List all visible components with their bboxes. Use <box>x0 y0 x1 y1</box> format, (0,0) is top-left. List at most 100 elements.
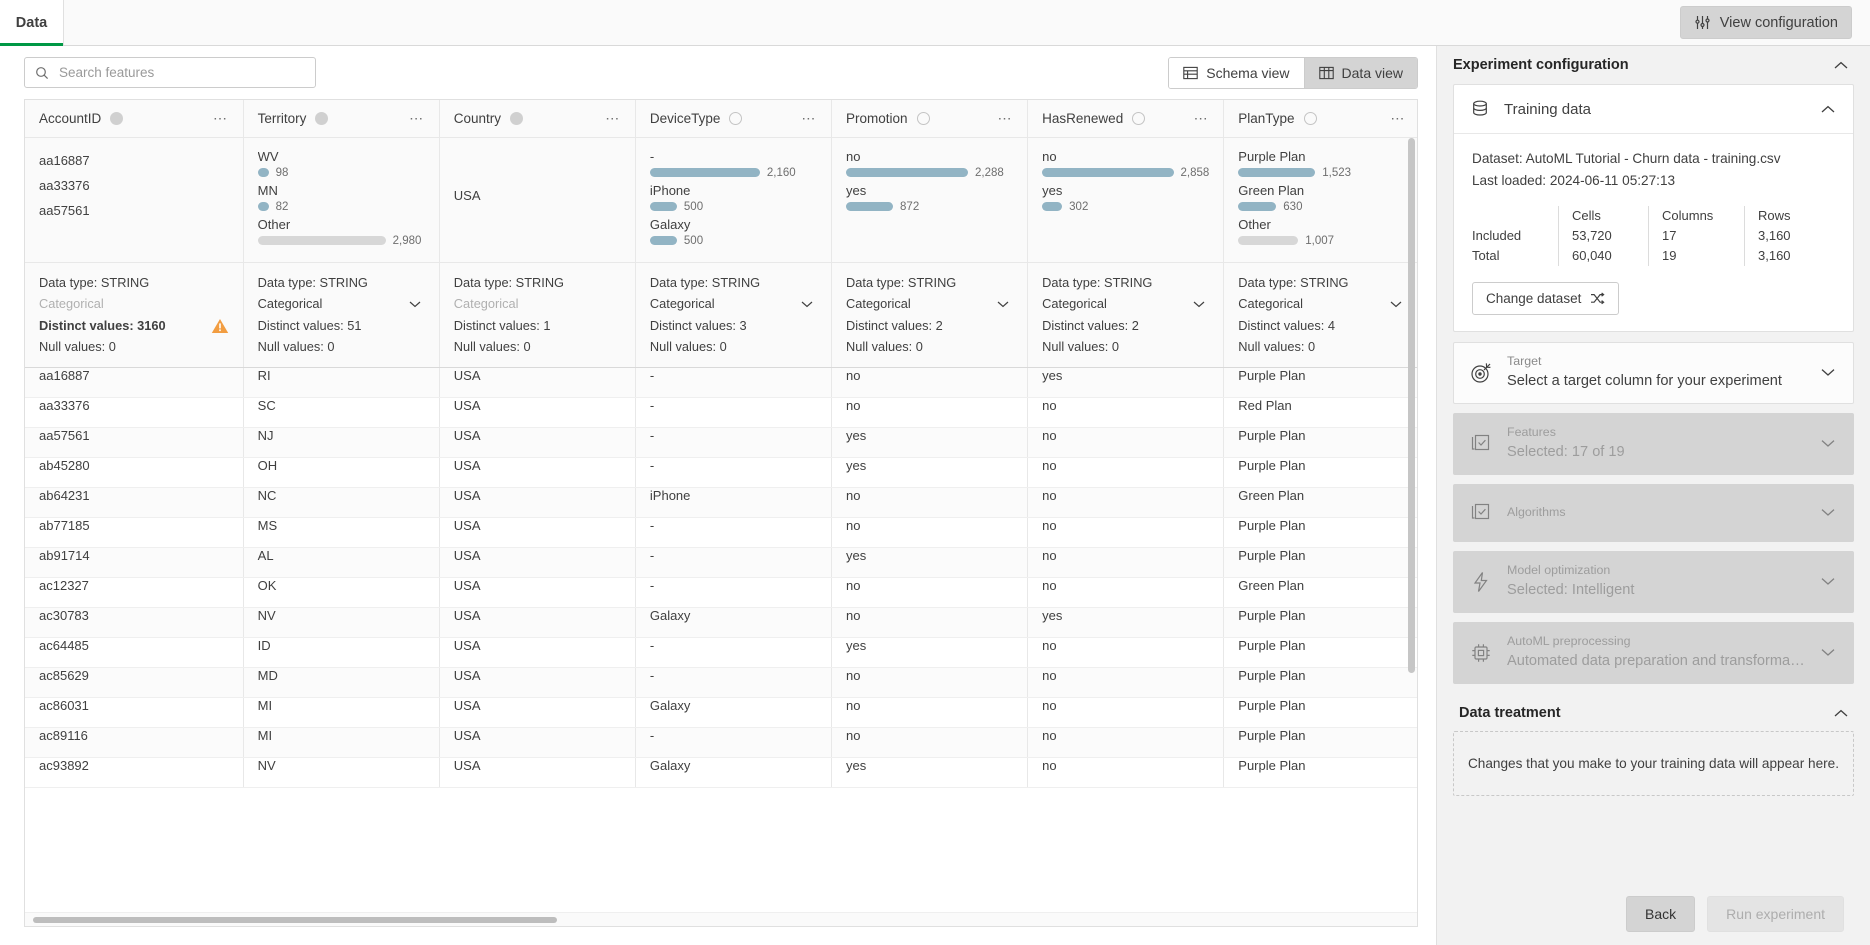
table-cell: - <box>635 427 833 458</box>
feature-type-select[interactable]: Categorical <box>1238 293 1406 315</box>
feature-type-select[interactable]: Categorical <box>846 293 1013 315</box>
table-cell: USA <box>439 547 636 578</box>
view-configuration-button[interactable]: View configuration <box>1679 6 1852 39</box>
table-row[interactable]: ac89116 MI USA - no no Purple Plan <box>25 727 1417 758</box>
table-row[interactable]: ac93892 NV USA Galaxy yes no Purple Plan <box>25 757 1417 788</box>
table-row[interactable]: ac85629 MD USA - no no Purple Plan <box>25 667 1417 698</box>
table-row[interactable]: aa16887 RI USA - no yes Purple Plan <box>25 367 1417 398</box>
column-header-promotion[interactable]: Promotion ⋯ <box>831 100 1029 138</box>
config-section-target[interactable]: Target Select a target column for your ex… <box>1453 342 1854 404</box>
column-header-territory[interactable]: Territory ⋯ <box>243 100 440 138</box>
training-data-header[interactable]: Training data <box>1454 85 1853 134</box>
table-row[interactable]: ac30783 NV USA Galaxy no yes Purple Plan <box>25 607 1417 638</box>
chevron-down-icon[interactable] <box>1821 368 1835 377</box>
table-cell: USA <box>439 517 636 548</box>
table-cell: ac85629 <box>25 667 244 698</box>
distribution-label: Purple Plan <box>1238 149 1306 164</box>
table-row[interactable]: ab91714 AL USA - yes no Purple Plan <box>25 547 1417 578</box>
warning-icon[interactable] <box>211 318 229 334</box>
training-data-collapse-icon[interactable] <box>1821 105 1835 114</box>
distribution-value: 1,007 <box>1305 234 1335 247</box>
distribution-label: yes <box>1042 183 1063 198</box>
chevron-up-icon[interactable] <box>1834 61 1848 70</box>
distribution-value: 2,980 <box>392 234 422 247</box>
data-view-button[interactable]: Data view <box>1303 57 1417 88</box>
table-cell: yes <box>831 637 1029 668</box>
chevron-down-icon[interactable] <box>1390 300 1402 308</box>
table-row[interactable]: aa33376 SC USA - no no Red Plan <box>25 397 1417 428</box>
table-row[interactable]: ac64485 ID USA - yes no Purple Plan <box>25 637 1417 668</box>
column-header-devicetype[interactable]: DeviceType ⋯ <box>635 100 833 138</box>
distribution-bar <box>1042 168 1174 177</box>
feature-type-select[interactable]: Categorical <box>1042 293 1209 315</box>
stats-header-cell <box>1472 206 1558 226</box>
table-row[interactable]: ac12327 OK USA - no no Green Plan <box>25 577 1417 608</box>
horizontal-scrollbar-thumb[interactable] <box>33 917 557 923</box>
column-header-accountid[interactable]: AccountID ⋯ <box>25 100 244 138</box>
horizontal-scrollbar[interactable] <box>25 912 1417 926</box>
table-row[interactable]: ab45280 OH USA - yes no Purple Plan <box>25 457 1417 488</box>
table-cell: MI <box>243 697 440 728</box>
distribution-item: WV 98 <box>257 148 425 179</box>
column-metadata-cell: Data type: STRING Categorical Distinct val… <box>439 262 636 368</box>
grid-data-rows: aa16887 RI USA - no yes Purple Plan aa33376 SC US… <box>25 367 1417 788</box>
search-features-box[interactable] <box>24 57 316 88</box>
column-header-hasrenewed[interactable]: HasRenewed ⋯ <box>1027 100 1225 138</box>
schema-view-button[interactable]: Schema view <box>1169 57 1304 88</box>
column-menu-icon[interactable]: ⋯ <box>605 110 621 127</box>
chevron-down-icon[interactable] <box>409 300 421 308</box>
distinct-values-label: Distinct values: 2 <box>846 318 943 333</box>
column-header-plantype[interactable]: PlanType ⋯ <box>1223 100 1417 138</box>
table-cell: USA <box>439 367 636 398</box>
preview-value: aa33376 <box>39 178 90 193</box>
search-input[interactable] <box>57 64 305 81</box>
target-icon <box>1470 362 1492 384</box>
column-menu-icon[interactable]: ⋯ <box>213 110 229 127</box>
distinct-values-label: Distinct values: 1 <box>453 318 551 333</box>
distribution-label: no <box>846 149 861 164</box>
back-button[interactable]: Back <box>1626 896 1696 932</box>
schema-view-label: Schema view <box>1206 64 1290 81</box>
column-menu-icon[interactable]: ⋯ <box>801 110 817 127</box>
column-header-country[interactable]: Country ⋯ <box>439 100 636 138</box>
feature-type-select[interactable]: Categorical <box>258 293 425 315</box>
data-type-label: Data type: STRING <box>39 275 150 290</box>
change-dataset-button[interactable]: Change dataset <box>1472 282 1620 315</box>
distribution-bar <box>649 236 677 245</box>
table-row[interactable]: aa57561 NJ USA - yes no Purple Plan <box>25 427 1417 458</box>
table-row[interactable]: ab64231 NC USA iPhone no no Green Plan <box>25 487 1417 518</box>
null-values-label: Null values: 0 <box>1042 339 1119 354</box>
distribution-item: iPhone 500 <box>649 182 817 213</box>
feature-type-select[interactable]: Categorical <box>650 293 817 315</box>
null-values-label: Null values: 0 <box>453 339 531 354</box>
table-cell: NV <box>243 757 440 788</box>
distribution-bar <box>257 168 269 177</box>
column-menu-icon[interactable]: ⋯ <box>1390 110 1406 127</box>
chevron-down-icon[interactable] <box>1193 300 1205 308</box>
checkbox-stack-icon <box>1470 502 1492 524</box>
vertical-scrollbar[interactable] <box>1408 138 1415 908</box>
table-cell: USA <box>439 637 636 668</box>
table-row[interactable]: ab77185 MS USA - no no Purple Plan <box>25 517 1417 548</box>
config-section-features: Features Selected: 17 of 19 <box>1453 413 1854 475</box>
tab-data[interactable]: Data <box>0 0 64 46</box>
distinct-values-label: Distinct values: 2 <box>1042 318 1139 333</box>
chevron-down-icon[interactable] <box>801 300 813 308</box>
vertical-scrollbar-thumb[interactable] <box>1408 138 1415 673</box>
table-cell: NV <box>243 607 440 638</box>
distinct-values-label: Distinct values: 3160 <box>39 318 166 333</box>
data-treatment-collapse-icon[interactable] <box>1834 709 1848 718</box>
table-row[interactable]: ac86031 MI USA Galaxy no no Purple Plan <box>25 697 1417 728</box>
distribution-label: MN <box>257 183 278 198</box>
table-cell: - <box>635 727 833 758</box>
stats-header-cell: Columns <box>1648 206 1744 226</box>
chevron-down-icon[interactable] <box>997 300 1009 308</box>
config-section-algorithms: Algorithms <box>1453 484 1854 542</box>
distribution-bar <box>1238 168 1316 177</box>
column-menu-icon[interactable]: ⋯ <box>1194 110 1210 127</box>
table-cell: USA <box>439 457 636 488</box>
table-cell: no <box>831 517 1029 548</box>
column-menu-icon[interactable]: ⋯ <box>409 110 425 127</box>
column-menu-icon[interactable]: ⋯ <box>998 110 1014 127</box>
stats-header-cell: Rows <box>1744 206 1835 226</box>
